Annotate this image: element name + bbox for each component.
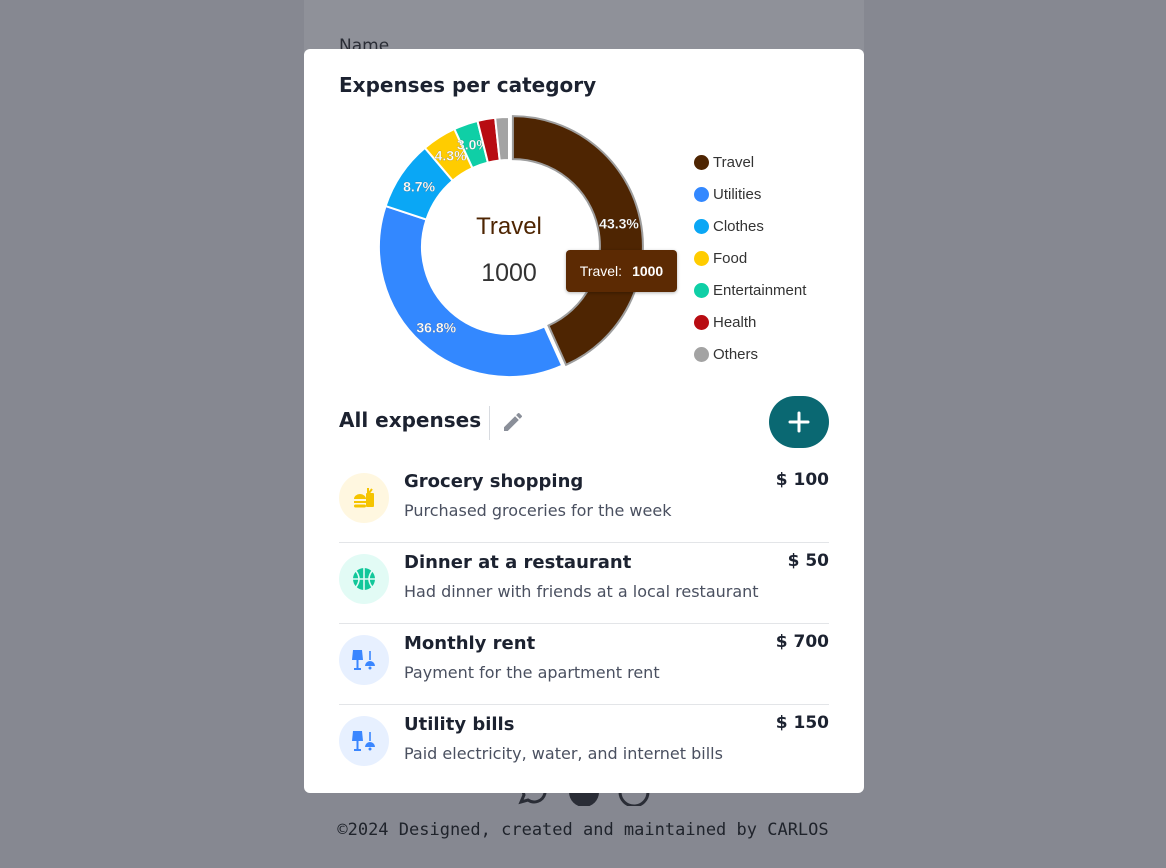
add-expense-button[interactable] (769, 396, 829, 448)
expense-title: Monthly rent (404, 633, 536, 654)
expense-title: Utility bills (404, 714, 515, 735)
legend-swatch (694, 218, 709, 234)
food-icon (339, 473, 389, 523)
expense-description: Paid electricity, water, and internet bi… (404, 744, 723, 763)
legend-swatch (694, 154, 709, 170)
legend-item-utilities[interactable]: Utilities (694, 178, 806, 210)
legend-item-others[interactable]: Others (694, 338, 806, 370)
expense-description: Payment for the apartment rent (404, 663, 660, 682)
legend-label: Utilities (713, 185, 762, 203)
expense-amount: $ 100 (775, 470, 829, 490)
legend-label: Travel (713, 153, 755, 171)
footer-credit: ©2024 Designed, created and maintained b… (337, 820, 829, 840)
expenses-modal: Expenses per category 43.3% 36.8% 8.7% 4.3%… (304, 49, 864, 793)
expense-list: Grocery shopping Purchased groceries for … (339, 462, 829, 785)
legend-swatch (694, 314, 709, 330)
legend-swatch (694, 186, 709, 202)
legend-item-food[interactable]: Food (694, 242, 806, 274)
lamp-icon (339, 635, 389, 685)
expense-item[interactable]: Grocery shopping Purchased groceries for … (339, 462, 829, 543)
legend-item-clothes[interactable]: Clothes (694, 210, 806, 242)
legend-label: Health (713, 313, 757, 331)
legend-item-entertainment[interactable]: Entertainment (694, 274, 806, 306)
pencil-icon[interactable] (501, 410, 525, 434)
header-divider (489, 406, 490, 440)
tooltip-value: 1000 (632, 263, 664, 279)
plus-icon (788, 411, 810, 433)
legend-label: Clothes (713, 217, 764, 235)
legend-swatch (694, 346, 709, 362)
expense-item[interactable]: Utility bills Paid electricity, water, an… (339, 705, 829, 785)
legend-label: Food (713, 249, 748, 267)
expense-title: Grocery shopping (404, 471, 584, 492)
chart-tooltip: Travel: 1000 (566, 250, 677, 292)
legend-swatch (694, 250, 709, 266)
chart-legend: Travel Utilities Clothes Food Entertainment H… (694, 146, 806, 370)
expense-amount: $ 150 (775, 713, 829, 733)
expenses-header: All expenses (339, 396, 829, 448)
expense-title: Dinner at a restaurant (404, 552, 632, 573)
tooltip-label: Travel: (579, 263, 623, 279)
expense-amount: $ 700 (775, 632, 829, 652)
expense-amount: $ 50 (787, 551, 829, 571)
legend-swatch (694, 282, 709, 298)
legend-item-health[interactable]: Health (694, 306, 806, 338)
data-label-utilities: 36.8% (416, 319, 456, 335)
slice-travel[interactable] (511, 115, 644, 367)
data-label-travel: 43.3% (599, 215, 639, 231)
expense-item[interactable]: Monthly rent Payment for the apartment re… (339, 624, 829, 705)
legend-label: Others (713, 345, 759, 363)
center-value: 1000 (481, 259, 537, 287)
center-label: Travel (476, 213, 542, 240)
expense-description: Purchased groceries for the week (404, 501, 672, 520)
lamp-icon (339, 716, 389, 766)
data-label-clothes: 8.7% (403, 178, 435, 194)
expense-description: Had dinner with friends at a local resta… (404, 582, 759, 601)
legend-label: Entertainment (713, 281, 807, 299)
legend-item-travel[interactable]: Travel (694, 146, 806, 178)
basketball-icon (339, 554, 389, 604)
expense-item[interactable]: Dinner at a restaurant Had dinner with fr… (339, 543, 829, 624)
expenses-title: All expenses (339, 408, 482, 432)
